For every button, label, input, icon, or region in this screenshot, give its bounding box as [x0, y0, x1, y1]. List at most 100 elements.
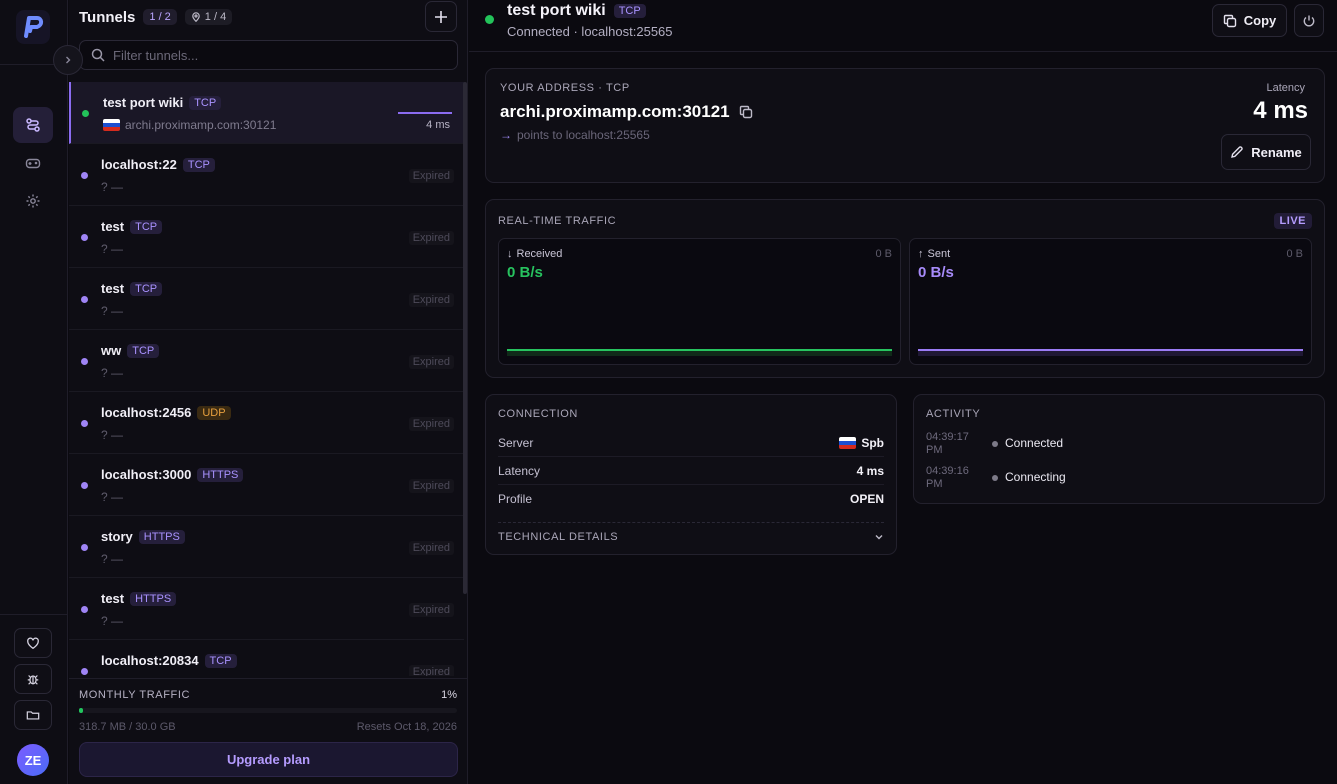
tunnel-list-item[interactable]: localhost:2456 UDP ? — Expired [69, 392, 464, 454]
sent-total: 0 B [1286, 248, 1303, 260]
tunnel-name: test HTTPS [101, 591, 177, 606]
tunnel-protocol-badge: TCP [130, 281, 163, 296]
location-count-badge: 1 / 4 [184, 9, 233, 25]
tunnel-status-dot [81, 234, 88, 241]
address-label: YOUR ADDRESS · TCP [500, 82, 630, 94]
rail-divider [0, 614, 68, 615]
tunnel-status-text: Expired [408, 355, 454, 369]
address-card: YOUR ADDRESS · TCP archi.proximamp.com:3… [485, 68, 1325, 183]
event-dot [992, 441, 998, 447]
tunnel-list-item[interactable]: ww TCP ? — Expired [69, 330, 464, 392]
favorites-button[interactable] [14, 628, 52, 658]
disconnect-button[interactable] [1294, 4, 1324, 37]
received-total: 0 B [875, 248, 892, 260]
tunnel-status-dot [82, 110, 89, 117]
tunnel-list: test port wiki TCP archi.proximamp.com:301… [69, 82, 464, 676]
latency-row-value: 4 ms [856, 463, 884, 478]
chevron-down-icon [875, 534, 883, 539]
sent-rate: 0 B/s [918, 264, 954, 281]
tunnel-list-item[interactable]: test HTTPS ? — Expired [69, 578, 464, 640]
settings-nav-button[interactable] [13, 183, 53, 219]
tunnel-address-text: ? — [101, 242, 124, 256]
traffic-progress-fill [79, 708, 83, 713]
tunnel-address: ? — [101, 180, 123, 194]
activity-event: 04:39:16 PM Connecting [926, 465, 1306, 495]
server-value-text: Spb [861, 435, 884, 450]
upgrade-plan-button[interactable]: Upgrade plan [79, 742, 458, 777]
heart-icon [27, 637, 39, 650]
sent-graph-area [918, 351, 1303, 356]
tunnel-list-item[interactable]: test port wiki TCP archi.proximamp.com:301… [69, 82, 464, 144]
tunnel-address: ? — [101, 614, 123, 628]
app-logo-icon[interactable] [16, 10, 50, 44]
arrow-right-icon: → [500, 128, 512, 142]
tunnel-name-text: story [101, 529, 133, 544]
tunnel-name-text: localhost:3000 [101, 467, 192, 482]
tunnel-title: test port wiki TCP [507, 2, 646, 20]
tunnel-name-text: localhost:22 [101, 157, 177, 172]
tunnel-status-text: 4 ms [426, 119, 450, 131]
event-text: Connecting [1005, 470, 1066, 484]
tunnel-name: ww TCP [101, 343, 160, 358]
tunnel-status-text: Expired [408, 417, 454, 431]
tunnel-list-item[interactable]: test TCP ? — Expired [69, 206, 464, 268]
copy-icon[interactable] [739, 105, 753, 119]
tunnel-protocol-badge: TCP [189, 95, 222, 110]
received-title: ↓ Received [507, 248, 562, 260]
tunnel-list-item[interactable]: localhost:3000 HTTPS ? — Expired [69, 454, 464, 516]
arrow-up-icon: ↑ [918, 248, 924, 260]
tunnel-count-badge: 1 / 2 [143, 9, 177, 25]
tunnel-list-scrollbar[interactable] [463, 82, 467, 594]
filter-tunnels-field[interactable] [79, 40, 458, 70]
sidebar-title: Tunnels [79, 8, 136, 26]
public-address: archi.proximamp.com:30121 [500, 102, 753, 122]
tunnel-address: ? — [101, 242, 123, 256]
tunnel-list-item[interactable]: localhost:22 TCP ? — Expired [69, 144, 464, 206]
copy-address-button[interactable]: Copy [1212, 4, 1287, 37]
event-time: 04:39:17 PM [926, 431, 969, 456]
connection-status-text: Connected · localhost:25565 [507, 24, 673, 39]
server-row: Server Spb [498, 429, 884, 457]
tunnel-protocol-badge: TCP [182, 157, 215, 172]
rename-button[interactable]: Rename [1221, 134, 1311, 170]
tunnels-nav-button[interactable] [13, 107, 53, 143]
public-address-text[interactable]: archi.proximamp.com:30121 [500, 102, 730, 122]
tunnel-protocol-badge: TCP [130, 219, 163, 234]
tunnel-address-text: ? — [101, 180, 124, 194]
tunnel-name: localhost:22 TCP [101, 157, 215, 172]
tunnel-list-item[interactable]: localhost:20834TCP? —Expired [69, 640, 464, 676]
received-graph-area [507, 351, 892, 356]
tunnel-address: ? — [101, 366, 123, 380]
tunnel-status-text: Expired [408, 665, 454, 676]
open-folder-button[interactable] [14, 700, 52, 730]
tunnel-protocol-badge: TCP [127, 343, 160, 358]
tunnel-address: archi.proximamp.com:30121 [103, 118, 276, 132]
add-tunnel-button[interactable] [425, 1, 457, 32]
tunnel-status-dot [81, 358, 88, 365]
tunnel-protocol-badge: HTTPS [138, 529, 185, 544]
bug-icon [27, 675, 39, 685]
tunnel-name: localhost:3000 HTTPS [101, 467, 244, 482]
tunnel-protocol-badge: HTTPS [130, 591, 177, 606]
tunnel-status-dot [81, 296, 88, 303]
tunnel-name: localhost:2456 UDP [101, 405, 231, 420]
tunnel-list-item[interactable]: story HTTPS ? — Expired [69, 516, 464, 578]
route-icon [26, 118, 40, 132]
tunnel-name: test TCP [101, 281, 163, 296]
russia-flag-icon [839, 436, 857, 449]
traffic-progress-bar [79, 708, 457, 713]
expand-sidebar-button[interactable] [53, 45, 83, 75]
tunnel-address-text: archi.proximamp.com:30121 [125, 118, 277, 132]
sent-label: Sent [927, 248, 951, 260]
games-nav-button[interactable] [13, 145, 53, 181]
received-panel: ↓ Received 0 B 0 B/s [498, 238, 901, 365]
tunnel-list-item[interactable]: test TCP ? — Expired [69, 268, 464, 330]
technical-details-toggle[interactable]: TECHNICAL DETAILS [498, 522, 884, 548]
filter-tunnels-input[interactable] [113, 47, 433, 63]
tunnel-protocol-badge: UDP [197, 405, 231, 420]
rename-label: Rename [1251, 144, 1302, 160]
monthly-traffic-percent: 1% [441, 689, 457, 701]
search-icon [91, 48, 105, 62]
user-avatar[interactable]: ZE [17, 744, 49, 776]
report-bug-button[interactable] [14, 664, 52, 694]
